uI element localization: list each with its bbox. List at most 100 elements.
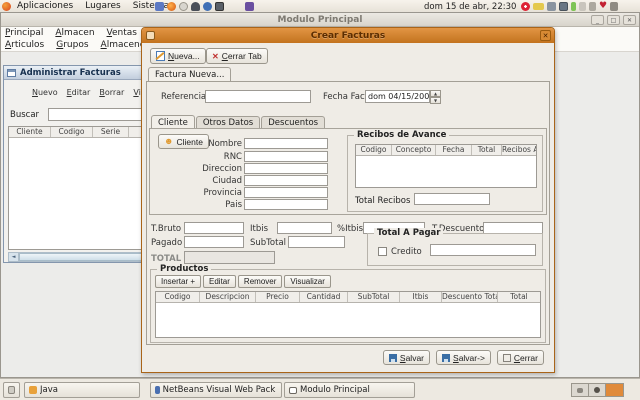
applet-icon[interactable]	[579, 2, 586, 11]
menu-lugares[interactable]: Lugares	[79, 0, 127, 13]
provincia-input[interactable]	[244, 187, 328, 198]
menu-nuevo[interactable]: Nuevo	[32, 88, 58, 97]
dialog-footer: Salvar Salvar-> Cerrar	[142, 350, 550, 366]
cerrar-tab-button[interactable]: ✕ Cerrar Tab	[206, 48, 268, 64]
credito-checkbox[interactable]	[378, 247, 387, 256]
column-header[interactable]: Precio	[256, 292, 300, 302]
buscar-label: Buscar	[10, 110, 40, 120]
menu-borrar[interactable]: Borrar	[99, 88, 124, 97]
heart-icon[interactable]: ♥	[599, 2, 607, 11]
recibos-table[interactable]: Codigo Concepto Fecha Total Recibos A...	[355, 144, 537, 188]
workspace-window-icon	[577, 387, 583, 393]
column-header[interactable]: Codigo	[156, 292, 200, 302]
column-header[interactable]: Total	[472, 145, 502, 155]
itbis-input[interactable]	[277, 222, 332, 234]
show-desktop-button[interactable]	[3, 382, 20, 398]
clock[interactable]: dom 15 de abr, 22:30	[424, 2, 516, 12]
volume-icon[interactable]	[547, 2, 556, 11]
column-header[interactable]: Cantidad	[300, 292, 348, 302]
scroll-left-button[interactable]: ◄	[9, 253, 19, 261]
netbeans-icon	[155, 386, 160, 394]
workspace-window-icon	[594, 387, 600, 393]
fecha-factura-value[interactable]: dom 04/15/2007	[365, 90, 430, 103]
total-recibos-input[interactable]	[414, 193, 490, 205]
subtotal-input[interactable]	[288, 236, 345, 248]
menu-ventas[interactable]: Ventas	[107, 28, 137, 38]
column-header[interactable]: SubTotal	[348, 292, 400, 302]
task-modulo-principal[interactable]: Modulo Principal	[284, 382, 415, 398]
tab-factura-nueva[interactable]: Factura Nueva...	[148, 67, 232, 81]
column-header[interactable]: Descripcion	[200, 292, 256, 302]
minimize-button[interactable]: _	[591, 15, 604, 25]
salvar-button[interactable]: Salvar	[382, 350, 431, 365]
updates-icon[interactable]	[521, 2, 530, 11]
task-netbeans[interactable]: NetBeans Visual Web Pack 5.5 - Technical…	[150, 382, 282, 398]
fecha-factura-spinner[interactable]: dom 04/15/2007 ▲ ▼	[365, 90, 441, 104]
workspace-1[interactable]	[572, 384, 589, 396]
cerrar-button[interactable]: Cerrar	[496, 350, 544, 365]
total-a-pagar-title: Total A Pagar	[374, 228, 444, 238]
window-icon	[289, 386, 297, 394]
menu-almacen[interactable]: Almacen	[55, 28, 94, 38]
browser-icon[interactable]	[191, 2, 200, 11]
total-value-field	[184, 251, 275, 264]
display-icon[interactable]	[559, 2, 568, 11]
column-header[interactable]: Concepto	[392, 145, 436, 155]
menu-grupos[interactable]: Grupos	[56, 40, 88, 50]
battery-icon[interactable]	[571, 2, 576, 11]
spinner-down-button[interactable]: ▼	[430, 97, 441, 104]
maximize-button[interactable]: □	[607, 15, 620, 25]
salvar-siguiente-button[interactable]: Salvar->	[436, 350, 491, 365]
menu-editar[interactable]: Editar	[67, 88, 91, 97]
column-header[interactable]: Recibos A...	[502, 145, 536, 155]
tab-cliente[interactable]: Cliente	[151, 115, 195, 129]
nombre-input[interactable]	[244, 138, 328, 149]
app-flower-icon[interactable]	[203, 2, 212, 11]
pagado-input[interactable]	[184, 236, 244, 248]
column-header[interactable]: Itbis	[400, 292, 442, 302]
netbeans-launcher-icon[interactable]	[245, 2, 254, 11]
direccion-input[interactable]	[244, 163, 328, 174]
network-icon[interactable]	[533, 3, 544, 10]
workspace-3-active[interactable]	[606, 384, 623, 396]
tab-label: Factura Nueva...	[155, 69, 225, 80]
menu-principal[interactable]: Principal	[5, 28, 43, 38]
close-button[interactable]: ✕	[623, 15, 636, 25]
keyboard-icon[interactable]	[610, 2, 619, 11]
rnc-input[interactable]	[244, 151, 328, 162]
window-titlebar[interactable]: Modulo Principal _ □ ✕	[1, 13, 639, 27]
menu-aplicaciones[interactable]: Aplicaciones	[11, 0, 79, 13]
insertar-button[interactable]: Insertar +	[155, 275, 202, 288]
firefox-icon[interactable]	[167, 2, 176, 11]
applet-icon[interactable]	[589, 2, 596, 11]
dialog-close-button[interactable]: ✕	[540, 30, 551, 41]
files-launcher-icon[interactable]	[155, 2, 164, 11]
column-header[interactable]: Cliente	[9, 127, 51, 137]
column-header[interactable]: Serie	[93, 127, 129, 137]
total-a-pagar-input[interactable]	[430, 244, 536, 256]
pais-input[interactable]	[244, 199, 328, 210]
dialog-titlebar[interactable]: Crear Facturas ✕	[142, 28, 554, 43]
productos-table[interactable]: Codigo Descripcion Precio Cantidad SubTo…	[155, 291, 541, 338]
distro-logo-icon[interactable]	[2, 1, 11, 11]
t-bruto-input[interactable]	[184, 222, 244, 234]
editar-button[interactable]: Editar	[203, 275, 236, 288]
column-header[interactable]: Total	[498, 292, 540, 302]
column-header[interactable]: Fecha	[436, 145, 472, 155]
terminal-icon[interactable]	[215, 2, 224, 11]
productos-title: Productos	[157, 264, 212, 274]
workspace-2[interactable]	[589, 384, 606, 396]
remover-button[interactable]: Remover	[237, 275, 283, 288]
spinner-up-button[interactable]: ▲	[430, 90, 441, 97]
column-header[interactable]: Codigo	[356, 145, 392, 155]
visualizar-button[interactable]: Visualizar	[284, 275, 331, 288]
ciudad-input[interactable]	[244, 175, 328, 186]
credito-label: Credito	[391, 247, 422, 257]
column-header[interactable]: Descuento Total	[442, 292, 498, 302]
menu-articulos[interactable]: Articulos	[5, 40, 44, 50]
help-icon[interactable]	[179, 2, 188, 11]
column-header[interactable]: Codigo	[51, 127, 93, 137]
task-java[interactable]: Java	[24, 382, 140, 398]
nueva-button[interactable]: Nueva...	[150, 48, 206, 64]
referencia-input[interactable]	[205, 90, 311, 103]
